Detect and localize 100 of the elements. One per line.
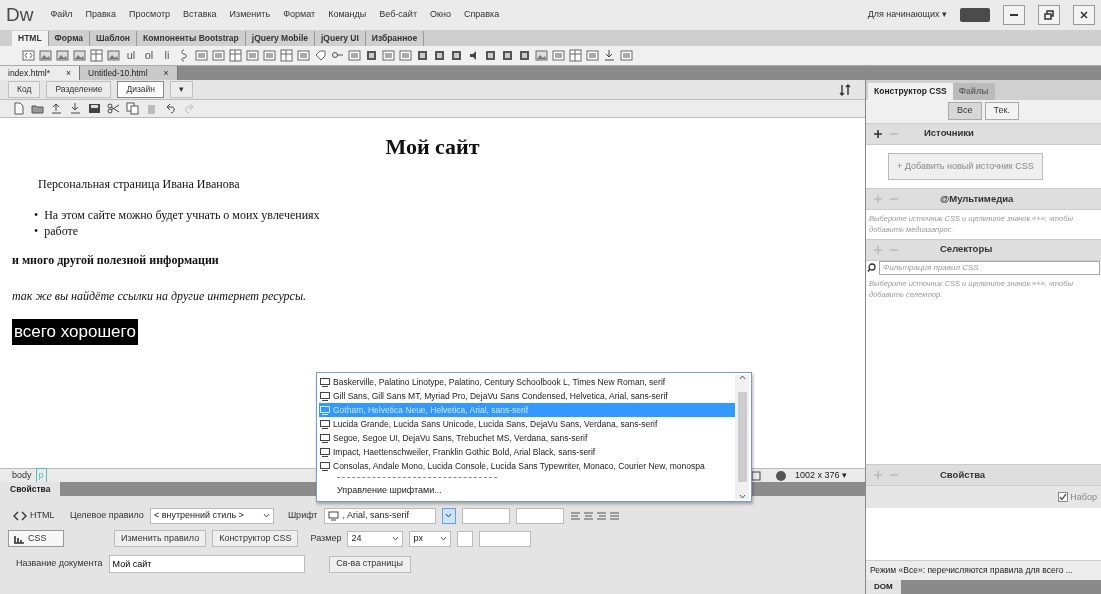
folder-icon[interactable]	[31, 102, 44, 115]
download-icon[interactable]	[69, 102, 82, 115]
font-select[interactable]: , Arial, sans-serif	[323, 507, 436, 524]
mode-button[interactable]: CSS	[8, 530, 64, 547]
toolbar-button[interactable]: ul	[124, 47, 138, 64]
scroll-down-icon[interactable]	[738, 494, 746, 499]
save-icon[interactable]	[88, 102, 101, 115]
insert-tab[interactable]: HTML	[12, 31, 49, 46]
menu-item[interactable]: Вставка	[183, 8, 217, 22]
frame-icon[interactable]	[195, 49, 208, 62]
scrollbar-thumb[interactable]	[737, 392, 747, 482]
scissors-icon[interactable]	[107, 102, 120, 115]
frame-icon[interactable]	[620, 49, 633, 62]
size-select[interactable]: 24	[347, 530, 404, 547]
font-option[interactable]: Gill Sans, Gill Sans MT, Myriad Pro, DejaVu Sans Condensed, Helvetica, Arial, sans-serif	[319, 389, 735, 403]
color-swatch[interactable]	[457, 530, 474, 547]
window-size-menu[interactable]: 1002 x 376 ▾	[794, 468, 847, 483]
target-rule-select[interactable]: < внутренний стиль >	[149, 507, 274, 524]
tag-selector[interactable]: body	[12, 468, 32, 483]
new-file-icon[interactable]	[12, 102, 25, 115]
unit-select[interactable]: px	[409, 530, 452, 547]
plus-icon[interactable]	[874, 129, 882, 138]
workspace-switcher[interactable]: Для начинающих ▾	[867, 8, 947, 22]
filter-button[interactable]: Все	[948, 102, 982, 120]
block-icon[interactable]	[484, 49, 497, 62]
toolbar-button[interactable]: li	[160, 47, 174, 64]
edit-rule-button[interactable]: Изменить правило	[114, 530, 207, 547]
section-header[interactable]: Источники	[866, 122, 1101, 145]
code-icon[interactable]	[22, 49, 35, 62]
panel-tab[interactable]: Конструктор CSS	[868, 83, 953, 100]
panel-tab[interactable]: Свойства	[0, 482, 61, 496]
filter-button[interactable]: Тек.	[984, 102, 1019, 120]
frame-icon[interactable]	[246, 49, 259, 62]
manage-fonts-option[interactable]: Управление шрифтами...	[319, 484, 735, 498]
sort-icon[interactable]	[839, 83, 853, 96]
scrollbar[interactable]	[735, 375, 749, 499]
document-tab[interactable]: index.html* ×	[0, 66, 81, 80]
font-option[interactable]: Impact, Haettenschweiler, Franklin Gothic Bold, Arial Black, sans-serif	[319, 445, 735, 459]
grid-icon[interactable]	[90, 49, 103, 62]
device-icon[interactable]	[750, 470, 763, 481]
panel-tab[interactable]: DOM	[866, 580, 901, 594]
tab-close-button[interactable]: ×	[163, 67, 169, 79]
menu-item[interactable]: Формат	[283, 8, 316, 22]
align-icons-drawing[interactable]	[569, 510, 620, 521]
frame-icon[interactable]	[552, 49, 565, 62]
grid-icon[interactable]	[280, 49, 293, 62]
view-menu-button[interactable]: ▾	[170, 81, 194, 98]
font-dropdown-button[interactable]	[441, 507, 456, 524]
block-icon[interactable]	[518, 49, 531, 62]
block-icon[interactable]	[365, 49, 378, 62]
image-icon[interactable]	[535, 49, 548, 62]
block-icon[interactable]	[416, 49, 429, 62]
menu-item[interactable]: Справка	[463, 8, 500, 22]
minimize-button[interactable]	[1003, 5, 1025, 25]
frame-icon[interactable]	[297, 49, 310, 62]
frame-icon[interactable]	[212, 49, 225, 62]
download-icon[interactable]	[603, 49, 616, 62]
frame-icon[interactable]	[263, 49, 276, 62]
grid-icon[interactable]	[229, 49, 242, 62]
css-designer-button[interactable]: Конструктор CSS	[212, 530, 299, 547]
page-properties-button[interactable]: Св-ва страницы	[328, 555, 411, 573]
tab-close-button[interactable]: ×	[66, 67, 72, 79]
font-option[interactable]: Segoe, Segoe UI, DejaVu Sans, Trebuchet MS, Verdana, sans-serif	[319, 431, 735, 445]
block-icon[interactable]	[450, 49, 463, 62]
font-option[interactable]: Consolas, Andale Mono, Lucida Console, Lucida Sans Typewriter, Monaco, Courier New, monospa	[319, 459, 735, 473]
frame-icon[interactable]	[348, 49, 361, 62]
frame-icon[interactable]	[382, 49, 395, 62]
menu-item[interactable]: Веб-сайт	[379, 8, 417, 22]
document-title-field[interactable]: Мой сайт	[108, 555, 305, 573]
menu-item[interactable]: Команды	[328, 8, 367, 22]
image-icon[interactable]	[73, 49, 86, 62]
image-icon[interactable]	[56, 49, 69, 62]
block-icon[interactable]	[433, 49, 446, 62]
color-field[interactable]	[479, 530, 532, 547]
close-button[interactable]	[1073, 5, 1095, 25]
grid-icon[interactable]	[569, 49, 582, 62]
font-option[interactable]: Lucida Grande, Lucida Sans Unicode, Lucida Sans, DejaVu Sans, Verdana, sans-serif	[319, 417, 735, 431]
frame-icon[interactable]	[399, 49, 412, 62]
font-option[interactable]: Baskerville, Palatino Linotype, Palatino, Century Schoolbook L, Times New Roman, serif	[319, 375, 735, 389]
menu-item[interactable]: Правка	[85, 8, 116, 22]
toolbar-button[interactable]: ol	[142, 47, 156, 64]
image-icon[interactable]	[39, 49, 52, 62]
image-icon[interactable]	[107, 49, 120, 62]
view-button[interactable]: Код	[8, 81, 41, 98]
view-button[interactable]: Дизайн	[117, 81, 165, 98]
restore-button[interactable]	[1038, 5, 1060, 25]
menu-item[interactable]: Изменить	[229, 8, 271, 22]
copy-icon[interactable]	[126, 102, 139, 115]
frame-icon[interactable]	[586, 49, 599, 62]
menu-item[interactable]: Файл	[50, 8, 73, 22]
scroll-up-icon[interactable]	[738, 375, 746, 380]
block-icon[interactable]	[501, 49, 514, 62]
view-button[interactable]: Разделение	[46, 81, 112, 98]
menu-item[interactable]: Просмотр	[129, 8, 171, 22]
tag-icon[interactable]	[314, 49, 327, 62]
undo-icon[interactable]	[164, 102, 177, 115]
upload-icon[interactable]	[50, 102, 63, 115]
mode-button[interactable]: HTML	[8, 507, 64, 524]
menu-item[interactable]: Окно	[430, 8, 451, 22]
document-tab[interactable]: Untitled-10.html ×	[80, 66, 178, 80]
